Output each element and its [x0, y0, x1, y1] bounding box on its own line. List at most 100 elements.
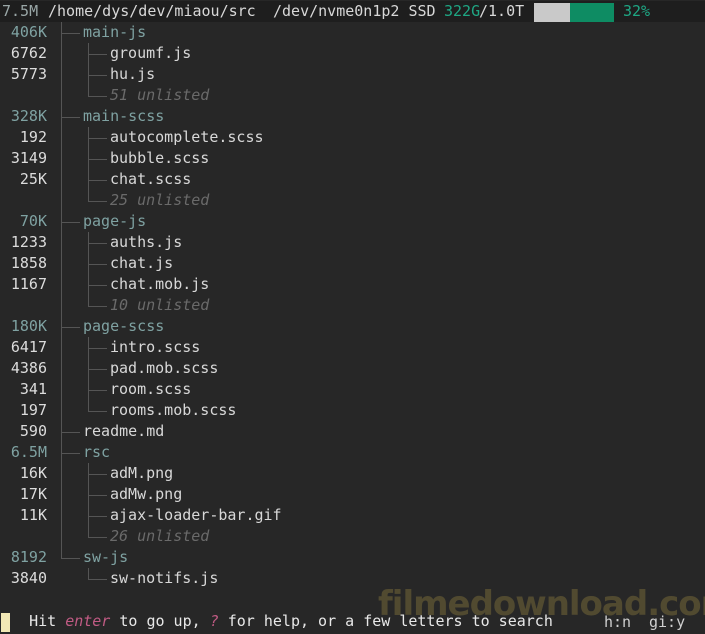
directory-name: page-js — [83, 212, 147, 230]
entry-size: 1858 — [10, 254, 47, 272]
tree-row-file[interactable]: 17K adMw.png — [0, 484, 705, 505]
device-label: /dev/nvme0n1p2 SSD — [273, 2, 436, 20]
tree-branch-line — [88, 43, 107, 55]
disk-usage-bar-fill — [570, 3, 614, 22]
tree-branch-line — [88, 232, 107, 244]
tree-row-file[interactable]: 1167 chat.mob.js — [0, 274, 705, 295]
entry-size: 25K — [19, 170, 47, 188]
file-name: pad.mob.scss — [110, 359, 219, 377]
directory-name: main-scss — [83, 107, 165, 125]
tree-branch-line — [88, 484, 107, 496]
tree-branch-line — [88, 85, 107, 97]
tree-branch-line — [88, 64, 107, 76]
tree-branch-line — [88, 127, 107, 139]
tree-row-file[interactable]: 192 autocomplete.scss — [0, 127, 705, 148]
entry-size: 406K — [10, 23, 47, 41]
tree-row-file[interactable]: 16K adM.png — [0, 463, 705, 484]
input-cursor[interactable] — [1, 613, 10, 632]
tree-row-file[interactable]: 5773 hu.js — [0, 64, 705, 85]
tree-branch-line — [88, 379, 107, 391]
unlisted-count: 10 unlisted — [110, 296, 210, 314]
unlisted-count: 26 unlisted — [110, 527, 210, 545]
tree-vertical-line — [61, 22, 62, 558]
file-name: adM.png — [110, 464, 174, 482]
tree-vertical-line — [88, 337, 89, 411]
tree-branch-line — [88, 463, 107, 475]
entry-size: 16K — [19, 464, 47, 482]
entry-size: 6417 — [10, 338, 47, 356]
tree-vertical-line — [88, 568, 89, 579]
tree-branch-line — [88, 400, 107, 412]
tree-row-file[interactable]: 1858 chat.js — [0, 253, 705, 274]
disk-usage-percent: 32% — [623, 2, 651, 20]
directory-name: main-js — [83, 23, 147, 41]
gitignore-toggle: gi:y — [649, 613, 686, 631]
file-name: rooms.mob.scss — [110, 401, 237, 419]
tree-row-dir[interactable]: 328K main-scss — [0, 106, 705, 127]
entry-size: 192 — [19, 128, 47, 146]
tree-row-unlisted[interactable]: 51 unlisted — [0, 85, 705, 106]
entry-size: 328K — [10, 107, 47, 125]
tree-branch-line — [61, 106, 80, 118]
entry-size: 11K — [19, 506, 47, 524]
tree-row-file[interactable]: 11K ajax-loader-bar.gif — [0, 505, 705, 526]
file-name: chat.js — [110, 254, 174, 272]
entry-size: 5773 — [10, 65, 47, 83]
tree-branch-line — [88, 337, 107, 349]
entry-size: 1167 — [10, 275, 47, 293]
tree-row-dir[interactable]: 180K page-scss — [0, 316, 705, 337]
tree-branch-line — [88, 358, 107, 370]
file-name: groumf.js — [110, 44, 192, 62]
tree-row-file[interactable]: 590 readme.md — [0, 421, 705, 442]
tree-vertical-line — [88, 43, 89, 96]
tree-row-file[interactable]: 3840 sw-notifs.js — [0, 568, 705, 589]
file-name: chat.mob.js — [110, 275, 210, 293]
tree-row-dir[interactable]: 8192 sw-js — [0, 547, 705, 568]
tree-branch-line — [61, 316, 80, 328]
file-name: bubble.scss — [110, 149, 210, 167]
file-name: hu.js — [110, 65, 156, 83]
entry-size: 3840 — [10, 569, 47, 587]
entry-size: 6762 — [10, 44, 47, 62]
disk-total: /1.0T — [479, 2, 525, 20]
tree-branch-line — [88, 568, 107, 580]
tree-row-file[interactable]: 197 rooms.mob.scss — [0, 400, 705, 421]
file-name: autocomplete.scss — [110, 128, 264, 146]
status-line[interactable]: h:n gi:y — [0, 612, 705, 634]
tree-vertical-line — [88, 127, 89, 201]
directory-name: rsc — [83, 443, 111, 461]
entry-size: 3149 — [10, 149, 47, 167]
tree-row-file[interactable]: 6417 intro.scss — [0, 337, 705, 358]
tree-row-file[interactable]: 4386 pad.mob.scss — [0, 358, 705, 379]
tree-row-file[interactable]: 6762 groumf.js — [0, 43, 705, 64]
entry-size: 70K — [19, 212, 47, 230]
tree-row-dir[interactable]: 6.5M rsc — [0, 442, 705, 463]
tree-row-file[interactable]: 25K chat.scss — [0, 169, 705, 190]
tree-row-file[interactable]: 1233 auths.js — [0, 232, 705, 253]
header-bar: 7.5M /home/dys/dev/miaou/src /dev/nvme0n… — [0, 1, 705, 22]
tree-branch-line — [88, 253, 107, 265]
tree-branch-line — [88, 505, 107, 517]
hidden-files-toggle: h:n — [604, 613, 632, 631]
tree-branch-line — [88, 190, 107, 202]
unlisted-count: 25 unlisted — [110, 191, 210, 209]
entry-size: 180K — [10, 317, 47, 335]
unlisted-count: 51 unlisted — [110, 86, 210, 104]
tree-row-unlisted[interactable]: 25 unlisted — [0, 190, 705, 211]
tree-row-file[interactable]: 3149 bubble.scss — [0, 148, 705, 169]
file-name: readme.md — [83, 422, 165, 440]
tree-row-unlisted[interactable]: 26 unlisted — [0, 526, 705, 547]
tree-row-unlisted[interactable]: 10 unlisted — [0, 295, 705, 316]
tree-branch-line — [88, 526, 107, 538]
tree-vertical-line — [88, 463, 89, 537]
tree-row-file[interactable]: 341 room.scss — [0, 379, 705, 400]
file-name: sw-notifs.js — [110, 569, 219, 587]
tree-branch-line — [88, 169, 107, 181]
entry-size: 1233 — [10, 233, 47, 251]
current-path: /home/dys/dev/miaou/src — [48, 2, 256, 20]
file-name: intro.scss — [110, 338, 201, 356]
dir-size: 7.5M — [2, 2, 39, 20]
tree-row-dir[interactable]: 70K page-js — [0, 211, 705, 232]
tree-row-dir[interactable]: 406K main-js — [0, 22, 705, 43]
tree-branch-line — [88, 274, 107, 286]
